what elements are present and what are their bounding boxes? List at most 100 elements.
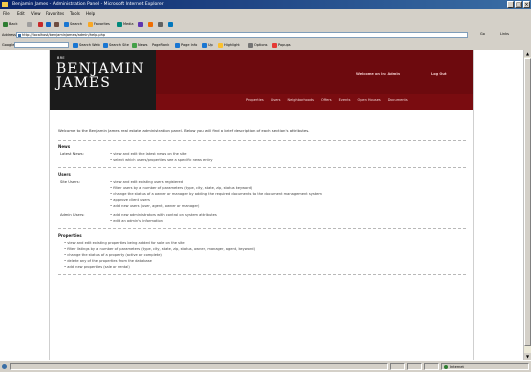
browser-viewport: BRE BENJAMIN JAMES Welcome on in: Admin … xyxy=(0,50,523,360)
menu-tools[interactable]: Tools xyxy=(70,11,80,16)
site-users-label: Site Users: xyxy=(60,180,80,184)
section-news-title: News xyxy=(58,144,71,149)
search-site-icon xyxy=(103,42,108,48)
stop-icon xyxy=(38,21,43,27)
news-icon xyxy=(132,42,137,48)
google-logo[interactable]: Google xyxy=(2,42,14,49)
list-item: • add new users (user, agent, owner or m… xyxy=(110,204,200,208)
popups-button[interactable]: Popups xyxy=(272,42,291,49)
media-icon xyxy=(117,21,122,27)
admin-users-label: Admin Users: xyxy=(60,213,85,217)
security-zone: Internet xyxy=(441,363,529,370)
logo-small-text: BRE xyxy=(57,56,65,60)
home-button[interactable] xyxy=(54,21,60,28)
scroll-down-arrow-icon[interactable]: ▼ xyxy=(524,353,531,360)
news-button[interactable]: News xyxy=(132,42,147,49)
highlight-button[interactable]: Highlight xyxy=(218,42,240,49)
list-item: • view and edit existing users registere… xyxy=(110,180,184,184)
window-titlebar: Benjamin James - Administration Panel - … xyxy=(0,0,531,9)
menu-edit[interactable]: Edit xyxy=(17,11,25,16)
logo-text: BENJAMIN JAMES xyxy=(56,62,145,90)
search-icon xyxy=(64,21,69,27)
print-icon xyxy=(158,21,163,27)
welcome-user: Welcome on in: Admin xyxy=(356,72,401,76)
nav-documents[interactable]: Documents xyxy=(388,98,408,102)
divider xyxy=(58,228,466,229)
menu-help[interactable]: Help xyxy=(86,11,95,16)
list-item: • view and edit existing properties bein… xyxy=(64,241,185,245)
list-item: • change the status of a owner or manage… xyxy=(110,192,322,196)
forward-button[interactable] xyxy=(27,21,33,28)
list-item: • select which users/properties see a sp… xyxy=(110,158,213,162)
nav-open-houses[interactable]: Open Houses xyxy=(357,98,380,102)
page-info-label: Page Info xyxy=(181,43,198,47)
header-bar-top xyxy=(156,50,473,94)
news-label: News xyxy=(138,43,148,47)
list-item: • filter users by a number of parameters… xyxy=(110,186,253,190)
list-item: • delete any of the properties from the … xyxy=(64,259,152,263)
mail-button[interactable] xyxy=(148,21,154,28)
media-button[interactable]: Media xyxy=(117,21,134,28)
status-panel xyxy=(407,363,422,370)
back-icon xyxy=(3,21,8,27)
main-nav: Properties Users Neighborhoods Offers Ev… xyxy=(246,98,408,102)
menu-view[interactable]: View xyxy=(31,11,41,16)
divider xyxy=(58,140,466,141)
intro-text: Welcome to the Benjamin James real estat… xyxy=(58,128,310,133)
list-item: • filter listings by a number of paramet… xyxy=(64,247,255,251)
nav-properties[interactable]: Properties xyxy=(246,98,264,102)
site-logo[interactable]: BRE BENJAMIN JAMES xyxy=(50,50,156,110)
options-button[interactable]: Options xyxy=(248,42,268,49)
edit-button[interactable] xyxy=(168,21,174,28)
up-button[interactable]: Up xyxy=(202,42,213,49)
search-button[interactable]: Search xyxy=(64,21,82,28)
internet-zone-icon xyxy=(444,365,448,369)
mail-icon xyxy=(148,21,153,27)
refresh-button[interactable] xyxy=(46,21,52,28)
minimize-button[interactable]: _ xyxy=(507,1,514,8)
address-url: http://localhost/benjaminjames/admin/hel… xyxy=(22,33,106,37)
edit-icon xyxy=(168,21,173,27)
status-text-panel xyxy=(10,363,388,370)
search-web-button[interactable]: Search Web xyxy=(73,42,100,49)
favorites-label: Favorites xyxy=(94,22,110,26)
header-bar: Welcome on in: Admin Log Out Properties … xyxy=(156,50,473,110)
search-label: Search xyxy=(70,22,83,26)
vertical-scrollbar[interactable]: ▲ ▼ xyxy=(523,50,531,360)
stop-button[interactable] xyxy=(38,21,44,28)
google-search-input[interactable] xyxy=(14,42,69,48)
admin-page: BRE BENJAMIN JAMES Welcome on in: Admin … xyxy=(49,50,474,360)
window-title: Benjamin James - Administration Panel - … xyxy=(12,2,164,7)
page-info-icon xyxy=(175,42,180,48)
logo-line-2: JAMES xyxy=(56,75,111,91)
history-button[interactable] xyxy=(138,21,144,28)
menu-file[interactable]: File xyxy=(3,11,10,16)
highlight-label: Highlight xyxy=(224,43,240,47)
scroll-thumb[interactable] xyxy=(524,58,531,346)
refresh-icon xyxy=(46,21,51,27)
nav-neighborhoods[interactable]: Neighborhoods xyxy=(288,98,314,102)
list-item: • view and edit the latest news on the s… xyxy=(110,152,187,156)
options-icon xyxy=(248,42,253,48)
maximize-button[interactable]: □ xyxy=(515,1,522,8)
favorites-button[interactable]: Favorites xyxy=(88,21,110,28)
address-input[interactable]: http://localhost/benjaminjames/admin/hel… xyxy=(16,32,468,38)
go-button[interactable]: Go xyxy=(480,32,485,36)
status-panel xyxy=(390,363,405,370)
section-users-title: Users xyxy=(58,172,71,177)
nav-users[interactable]: Users xyxy=(271,98,281,102)
back-button[interactable]: Back xyxy=(3,21,18,28)
list-item: • edit an admin's information xyxy=(110,219,163,223)
home-icon xyxy=(54,21,59,27)
nav-events[interactable]: Events xyxy=(339,98,351,102)
print-button[interactable] xyxy=(158,21,164,28)
close-button[interactable]: × xyxy=(523,1,530,8)
menu-favorites[interactable]: Favorites xyxy=(46,11,64,16)
scroll-up-arrow-icon[interactable]: ▲ xyxy=(524,50,531,57)
nav-offers[interactable]: Offers xyxy=(321,98,332,102)
links-button[interactable]: Links xyxy=(500,32,509,36)
list-item: • change the status of a property (activ… xyxy=(64,253,162,257)
page-info-button[interactable]: Page Info xyxy=(175,42,197,49)
search-site-button[interactable]: Search Site xyxy=(103,42,129,49)
logout-link[interactable]: Log Out xyxy=(431,72,447,76)
